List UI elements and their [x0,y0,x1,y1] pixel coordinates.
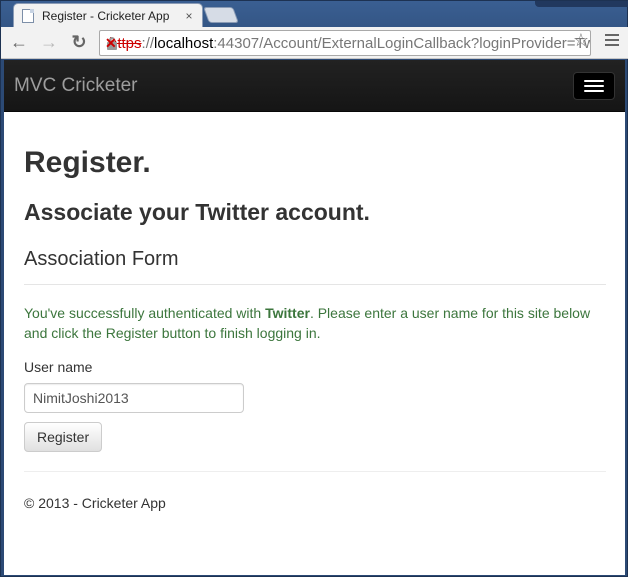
navbar-toggle-button[interactable] [573,71,615,100]
tab-register[interactable]: Register - Cricketer App × [13,3,203,27]
url-host: localhost [154,34,214,52]
main-content: Register. Associate your Twitter account… [4,146,625,511]
new-tab-button[interactable] [203,7,239,23]
auth-info-text: You've successfully authenticated with T… [24,305,591,341]
reload-button[interactable]: ↻ [67,31,91,55]
window-controls[interactable] [535,1,628,7]
page-subtitle: Associate your Twitter account. [24,199,370,225]
provider-name: Twitter [265,305,310,321]
bookmark-star-icon[interactable]: ☆ [573,30,589,51]
back-arrow-icon: ← [10,32,28,52]
username-label: User name [24,359,93,375]
tab-strip: Register - Cricketer App × [1,1,628,27]
chrome-menu-icon[interactable] [605,34,619,48]
tab-title: Register - Cricketer App [42,8,170,23]
reload-icon: ↻ [71,32,87,52]
browser-window: Register - Cricketer App × ← → ↻ ✕ https… [0,0,628,577]
address-bar[interactable]: ✕ https://localhost:44307/Account/Extern… [99,30,591,56]
close-icon[interactable]: × [182,9,196,23]
browser-toolbar: ← → ↻ ✕ https://localhost:44307/Account/… [1,27,628,59]
form-divider [24,284,606,285]
forward-button[interactable]: → [37,31,61,55]
username-input[interactable] [24,383,244,413]
footer-divider [24,471,606,472]
page-viewport: MVC Cricketer Register. Associate your T… [4,60,625,575]
site-navbar: MVC Cricketer [4,60,625,112]
page-icon [22,8,34,23]
url-separator: :// [141,34,155,52]
forward-arrow-icon: → [40,32,58,52]
page-title: Register. [24,146,151,179]
url-path: :44307/Account/ExternalLoginCallback?log… [213,34,591,52]
brand-link[interactable]: MVC Cricketer [14,75,138,97]
footer-text: © 2013 - Cricketer App [24,495,166,511]
form-title: Association Form [24,248,179,270]
register-button[interactable]: Register [24,422,103,452]
back-button[interactable]: ← [7,31,31,55]
hamburger-icon [584,79,604,82]
